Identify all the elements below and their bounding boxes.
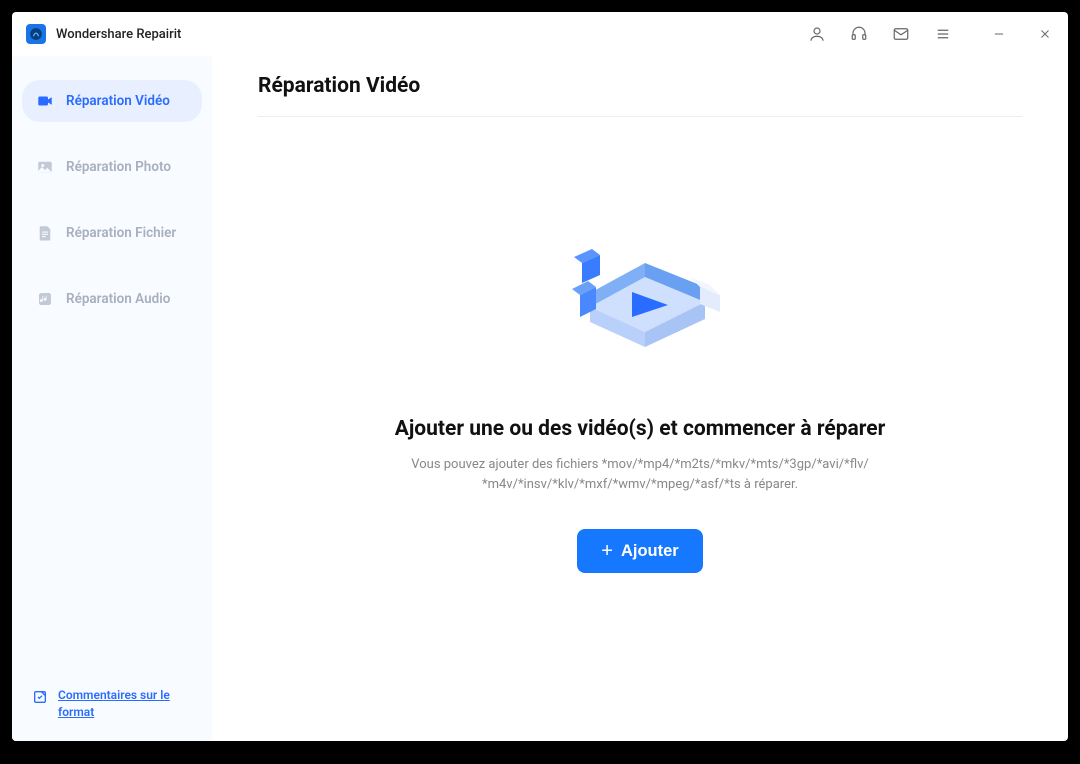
page-title: Réparation Vidéo — [258, 74, 1022, 117]
titlebar: Wondershare Repairit — [12, 12, 1068, 56]
feedback-link[interactable]: Commentaires sur le format — [58, 687, 192, 721]
add-button[interactable]: + Ajouter — [577, 529, 702, 573]
sidebar-item-photo[interactable]: Réparation Photo — [22, 146, 202, 188]
video-icon — [36, 92, 54, 110]
menu-icon[interactable] — [934, 25, 952, 43]
sidebar-footer: Commentaires sur le format — [22, 681, 202, 727]
file-icon — [36, 224, 54, 242]
drop-subtext: Vous pouvez ajouter des fichiers *mov/*m… — [400, 455, 880, 495]
sidebar-item-label: Réparation Fichier — [66, 225, 176, 241]
titlebar-right — [808, 25, 1054, 43]
sidebar-item-video[interactable]: Réparation Vidéo — [22, 80, 202, 122]
sidebar-item-audio[interactable]: Réparation Audio — [22, 278, 202, 320]
body: Réparation Vidéo Réparation Photo Répara… — [12, 56, 1068, 741]
titlebar-left: Wondershare Repairit — [26, 24, 181, 44]
drop-zone[interactable]: Ajouter une ou des vidéo(s) et commencer… — [258, 117, 1022, 723]
sidebar-item-file[interactable]: Réparation Fichier — [22, 212, 202, 254]
photo-icon — [36, 158, 54, 176]
sidebar-item-label: Réparation Vidéo — [66, 93, 170, 109]
user-icon[interactable] — [808, 25, 826, 43]
sidebar-item-label: Réparation Audio — [66, 291, 170, 307]
window-controls — [990, 25, 1054, 43]
add-button-label: Ajouter — [621, 542, 679, 561]
audio-icon — [36, 290, 54, 308]
app-title: Wondershare Repairit — [56, 27, 181, 42]
sidebar-items: Réparation Vidéo Réparation Photo Répara… — [22, 80, 202, 681]
video-illustration-icon — [540, 207, 740, 367]
app-logo-icon — [26, 24, 46, 44]
close-icon[interactable] — [1036, 25, 1054, 43]
plus-icon: + — [601, 541, 613, 561]
headset-icon[interactable] — [850, 25, 868, 43]
mail-icon[interactable] — [892, 25, 910, 43]
sidebar-item-label: Réparation Photo — [66, 159, 171, 175]
sidebar: Réparation Vidéo Réparation Photo Répara… — [12, 56, 212, 741]
main: Réparation Vidéo — [212, 56, 1068, 741]
drop-heading: Ajouter une ou des vidéo(s) et commencer… — [395, 417, 886, 441]
app-window: Wondershare Repairit — [12, 12, 1068, 741]
minimize-icon[interactable] — [990, 25, 1008, 43]
feedback-icon — [32, 689, 48, 705]
